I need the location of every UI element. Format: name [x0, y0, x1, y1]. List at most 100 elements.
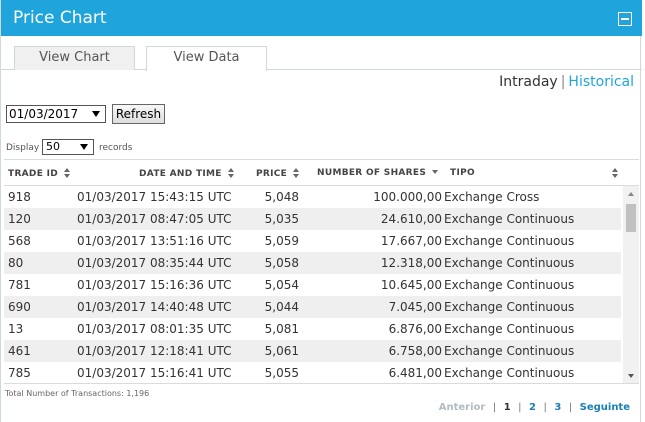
- cell-tipo: Exchange Continuous: [444, 278, 575, 292]
- cell-datetime: 01/03/2017 15:43:15 UTC: [77, 190, 232, 204]
- date-select-value: 01/03/2017: [9, 107, 79, 121]
- cell-shares: 24.610,00: [380, 212, 442, 226]
- cell-datetime: 01/03/2017 12:18:41 UTC: [77, 344, 232, 358]
- col-date-time[interactable]: DATE AND TIME: [139, 168, 235, 179]
- cell-tipo: Exchange Continuous: [444, 300, 575, 314]
- panel-header: Price Chart: [1, 0, 642, 36]
- scroll-thumb[interactable]: [626, 204, 636, 232]
- tab-view-chart[interactable]: View Chart: [14, 46, 135, 70]
- pager-separator: |: [543, 402, 547, 413]
- cell-price: 5,048: [264, 190, 299, 204]
- pager-separator: |: [518, 402, 522, 413]
- pager-separator: |: [568, 402, 573, 413]
- table-body: 918 01/03/2017 15:43:15 UTC 5,048 100.00…: [4, 186, 621, 383]
- col-price[interactable]: PRICE: [256, 168, 300, 179]
- table-scrollbar[interactable]: [623, 186, 639, 383]
- cell-price: 5,061: [264, 344, 299, 358]
- page-size-value: 50: [46, 140, 60, 153]
- cell-tipo: Exchange Continuous: [444, 322, 575, 336]
- cell-tipo: Exchange Continuous: [444, 256, 575, 270]
- scroll-up-icon[interactable]: [628, 192, 634, 196]
- table-row[interactable]: 785 01/03/2017 15:16:41 UTC 5,055 6.481,…: [4, 362, 621, 383]
- pager-page-2[interactable]: 2: [529, 402, 536, 413]
- pager-separator: |: [492, 402, 497, 413]
- table-row[interactable]: 461 01/03/2017 12:18:41 UTC 5,061 6.758,…: [4, 340, 621, 362]
- refresh-button[interactable]: Refresh: [112, 104, 165, 124]
- col-date-time-label: DATE AND TIME: [139, 169, 222, 179]
- cell-price: 5,054: [264, 278, 299, 292]
- tab-bar: View Chart View Data: [1, 36, 642, 71]
- trades-table: TRADE ID DATE AND TIME PRICE NUMBER OF S…: [4, 159, 639, 384]
- cell-trade-id: 120: [8, 212, 31, 226]
- sort-desc-icon: [432, 170, 439, 174]
- intraday-link[interactable]: Intraday: [499, 74, 558, 90]
- cell-datetime: 01/03/2017 08:35:44 UTC: [77, 256, 232, 270]
- sort-icon: [63, 168, 71, 178]
- cell-price: 5,035: [264, 212, 299, 226]
- historical-link[interactable]: Historical: [568, 74, 634, 90]
- cell-datetime: 01/03/2017 08:47:05 UTC: [77, 212, 232, 226]
- cell-datetime: 01/03/2017 13:51:16 UTC: [77, 234, 232, 248]
- cell-datetime: 01/03/2017 15:16:41 UTC: [77, 366, 232, 380]
- table-row[interactable]: 918 01/03/2017 15:43:15 UTC 5,048 100.00…: [4, 186, 621, 208]
- mode-separator: |: [560, 74, 566, 90]
- sort-icon: [227, 168, 235, 178]
- cell-trade-id: 461: [8, 344, 31, 358]
- cell-trade-id: 781: [8, 278, 31, 292]
- table-row[interactable]: 80 01/03/2017 08:35:44 UTC 5,058 12.318,…: [4, 252, 621, 274]
- pagination: Anterior | 1 | 2 | 3 | Seguinte: [435, 402, 630, 413]
- price-chart-panel: Price Chart View Chart View Data Intrada…: [0, 0, 642, 422]
- cell-shares: 6.481,00: [388, 366, 442, 380]
- col-shares-label: NUMBER OF SHARES: [317, 168, 427, 178]
- minimize-icon[interactable]: [618, 12, 632, 26]
- sort-icon: [292, 168, 300, 178]
- pager-page-1[interactable]: 1: [504, 402, 511, 413]
- date-select[interactable]: 01/03/2017: [6, 105, 106, 123]
- cell-shares: 17.667,00: [380, 234, 442, 248]
- cell-shares: 10.645,00: [380, 278, 442, 292]
- table-row[interactable]: 13 01/03/2017 08:01:35 UTC 5,081 6.876,0…: [4, 318, 621, 340]
- cell-shares: 6.876,00: [388, 322, 442, 336]
- cell-tipo: Exchange Continuous: [444, 212, 575, 226]
- cell-trade-id: 568: [8, 234, 31, 248]
- col-number-of-shares[interactable]: NUMBER OF SHARES: [317, 168, 439, 178]
- cell-shares: 100.000,00: [373, 190, 442, 204]
- table-row[interactable]: 120 01/03/2017 08:47:05 UTC 5,035 24.610…: [4, 208, 621, 230]
- cell-shares: 7.045,00: [388, 300, 442, 314]
- col-trade-id[interactable]: TRADE ID: [8, 168, 71, 179]
- col-price-label: PRICE: [256, 169, 288, 179]
- table-row[interactable]: 568 01/03/2017 13:51:16 UTC 5,059 17.667…: [4, 230, 621, 252]
- cell-price: 5,058: [264, 256, 299, 270]
- chevron-down-icon: [80, 144, 88, 150]
- pager-next[interactable]: Seguinte: [580, 402, 630, 413]
- col-trade-id-label: TRADE ID: [8, 169, 59, 179]
- col-tipo-label: TIPO: [450, 168, 475, 178]
- cell-datetime: 01/03/2017 14:40:48 UTC: [77, 300, 232, 314]
- col-tipo-sort[interactable]: [606, 168, 619, 179]
- cell-datetime: 01/03/2017 15:16:36 UTC: [77, 278, 232, 292]
- tab-view-data[interactable]: View Data: [146, 46, 267, 71]
- scroll-down-icon[interactable]: [628, 374, 634, 378]
- records-label: records: [99, 143, 133, 153]
- cell-price: 5,044: [264, 300, 299, 314]
- display-label: Display: [6, 143, 40, 153]
- cell-tipo: Exchange Continuous: [444, 366, 575, 380]
- cell-trade-id: 13: [8, 322, 24, 336]
- cell-shares: 12.318,00: [380, 256, 442, 270]
- total-transactions: Total Number of Transactions: 1,196: [5, 389, 150, 398]
- cell-tipo: Exchange Continuous: [444, 344, 575, 358]
- panel-title: Price Chart: [13, 8, 107, 28]
- table-row[interactable]: 690 01/03/2017 14:40:48 UTC 5,044 7.045,…: [4, 296, 621, 318]
- cell-trade-id: 80: [8, 256, 24, 270]
- pager-page-3[interactable]: 3: [554, 402, 561, 413]
- cell-price: 5,055: [264, 366, 299, 380]
- chevron-down-icon: [92, 111, 100, 117]
- page-size-select[interactable]: 50: [42, 139, 94, 155]
- pager-prev[interactable]: Anterior: [439, 402, 486, 413]
- cell-trade-id: 918: [8, 190, 31, 204]
- cell-shares: 6.758,00: [388, 344, 442, 358]
- cell-price: 5,059: [264, 234, 299, 248]
- col-tipo[interactable]: TIPO: [450, 168, 475, 178]
- table-row[interactable]: 781 01/03/2017 15:16:36 UTC 5,054 10.645…: [4, 274, 621, 296]
- mode-switch: Intraday | Historical: [499, 74, 634, 90]
